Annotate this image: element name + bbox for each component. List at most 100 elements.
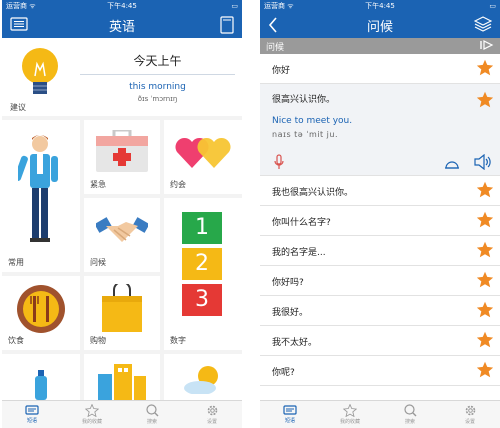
battery-icon: ▭ (489, 2, 496, 10)
expanded-phrase[interactable]: 很高兴认识你。 Nice to meet you. naɪs tə ˈmit j… (260, 84, 500, 176)
category-label: 数字 (170, 336, 186, 345)
building-icon (98, 364, 146, 404)
left-screen: 运营商 ᯤ 下午4:45 ▭ 英语 建议 今天上午 this morning ð… (2, 0, 242, 428)
weather-icon (182, 364, 226, 398)
slow-speed-icon[interactable] (444, 156, 460, 175)
featured-word: 今天上午 (133, 54, 182, 68)
category-tile-food[interactable]: 饮食 (2, 276, 80, 350)
star-icon[interactable] (476, 211, 494, 232)
phrase-translation: Nice to meet you. (272, 116, 353, 126)
category-label: 问候 (90, 258, 106, 267)
tab-bar: 短语 我的收藏 搜索 设置 (260, 400, 500, 428)
star-icon[interactable] (476, 181, 494, 202)
first-aid-kit-icon (96, 128, 148, 176)
phrase-row[interactable]: 你呢? (260, 356, 500, 386)
phrase-text: 你呢? (272, 368, 295, 378)
tab-label: 搜索 (146, 419, 157, 425)
divider (80, 74, 235, 75)
shopping-bag-icon (100, 281, 144, 336)
category-tile-common[interactable]: 常用 (2, 120, 80, 272)
carrier-label: 运营商 ᯤ (264, 2, 294, 10)
star-icon[interactable] (476, 361, 494, 382)
category-tile-partial[interactable] (84, 354, 160, 400)
menu-icon[interactable] (10, 17, 28, 35)
phrase-row[interactable]: 我的名字是... (260, 236, 500, 266)
section-title: 问候 (266, 42, 285, 53)
status-time: 下午4:45 (365, 2, 395, 10)
featured-translation: this morning (129, 82, 186, 92)
section-header: 问候 (260, 38, 500, 54)
category-tile-partial[interactable] (164, 354, 242, 400)
tab-phrases[interactable]: 短语 (260, 401, 320, 428)
phrase-row[interactable]: 我不太好。 (260, 326, 500, 356)
page-title: 问候 (366, 19, 393, 35)
right-screen: 运营商 ᯤ 下午4:45 ▭ 问候 问候 你好 很高兴认识你。 Nice to … (260, 0, 500, 428)
bottle-icon (34, 370, 48, 404)
tab-label: 我的收藏 (339, 419, 360, 425)
speaker-icon[interactable] (474, 153, 492, 174)
handshake-icon (94, 212, 150, 252)
chat-icon (25, 405, 39, 415)
star-icon[interactable] (476, 331, 494, 352)
category-tile-greetings[interactable]: 问候 (84, 198, 160, 272)
star-icon[interactable] (476, 301, 494, 322)
status-bar: 运营商 ᯤ 下午4:45 ▭ (260, 0, 500, 12)
category-label: 紧急 (90, 180, 106, 189)
phrase-text: 我的名字是... (272, 248, 326, 258)
category-tile-shopping[interactable]: 购物 (84, 276, 160, 350)
featured-label: 建议 (10, 103, 26, 112)
phrase-text: 你好 (272, 66, 291, 76)
nav-bar: 问候 (260, 12, 500, 38)
category-tile-dating[interactable]: 约会 (164, 120, 242, 194)
tab-bar: 短语 我的收藏 搜索 设置 (2, 400, 242, 428)
featured-phonetic: ðɪs ˈmɔrnɪŋ (137, 95, 178, 103)
layers-icon[interactable] (473, 16, 493, 36)
tab-favorites[interactable]: 我的收藏 (62, 401, 122, 428)
status-time: 下午4:45 (107, 2, 137, 10)
back-icon[interactable] (268, 17, 278, 37)
play-all-icon[interactable] (480, 39, 494, 53)
number-three: 3 (182, 284, 222, 316)
phrase-row[interactable]: 你好 (260, 54, 500, 84)
nav-bar: 英语 (2, 12, 242, 38)
tab-label: 短语 (26, 418, 37, 424)
star-icon[interactable] (476, 271, 494, 292)
carrier-label: 运营商 ᯤ (6, 2, 36, 10)
star-icon (343, 404, 357, 417)
tab-label: 设置 (464, 419, 475, 425)
star-icon[interactable] (476, 59, 494, 80)
number-one: 1 (182, 212, 222, 244)
tab-favorites[interactable]: 我的收藏 (320, 401, 380, 428)
tab-settings[interactable]: 设置 (440, 401, 500, 428)
search-icon (145, 404, 158, 417)
tab-search[interactable]: 搜索 (380, 401, 440, 428)
phrase-row[interactable]: 我也很高兴认识你。 (260, 176, 500, 206)
page-title: 英语 (108, 19, 135, 35)
star-icon[interactable] (476, 241, 494, 262)
search-icon (403, 404, 416, 417)
tab-label: 我的收藏 (81, 419, 102, 425)
status-bar: 运营商 ᯤ 下午4:45 ▭ (2, 0, 242, 12)
tab-label: 搜索 (404, 419, 415, 425)
phrase-text: 你叫什么名字? (272, 218, 331, 228)
number-two: 2 (182, 248, 222, 280)
category-tile-emergency[interactable]: 紧急 (84, 120, 160, 194)
tab-search[interactable]: 搜索 (122, 401, 182, 428)
category-tile-partial[interactable] (2, 354, 80, 400)
tab-phrases[interactable]: 短语 (2, 401, 62, 428)
book-icon[interactable] (220, 16, 234, 38)
phrase-row[interactable]: 我很好。 (260, 296, 500, 326)
category-label: 饮食 (8, 336, 24, 345)
category-label: 约会 (170, 180, 186, 189)
star-icon[interactable] (476, 91, 494, 112)
tab-label: 短语 (284, 418, 295, 424)
tab-settings[interactable]: 设置 (182, 401, 242, 428)
lightbulb-icon (20, 46, 60, 106)
featured-card[interactable]: 建议 今天上午 this morning ðɪs ˈmɔrnɪŋ (2, 38, 242, 116)
phrase-row[interactable]: 你叫什么名字? (260, 206, 500, 236)
category-tile-numbers[interactable]: 1 2 3 数字 (164, 198, 242, 350)
star-icon (85, 404, 99, 417)
microphone-icon[interactable] (274, 154, 284, 174)
phrase-text: 我很好。 (272, 308, 309, 318)
phrase-row[interactable]: 你好吗? (260, 266, 500, 296)
